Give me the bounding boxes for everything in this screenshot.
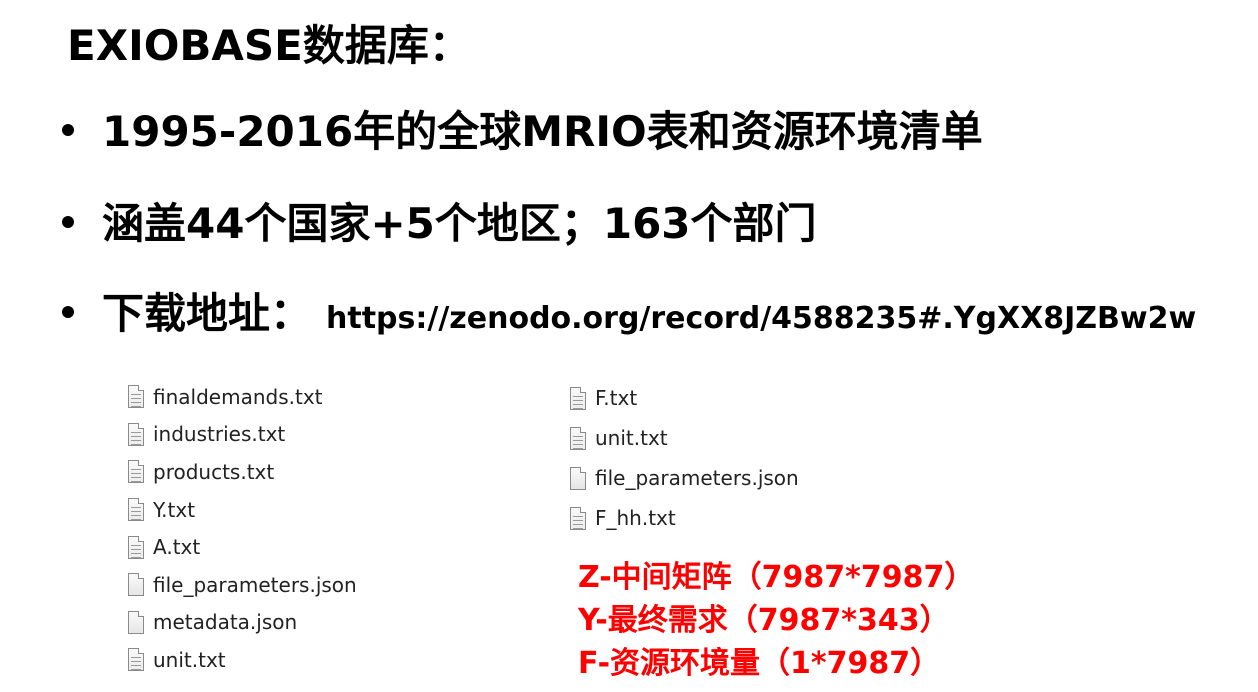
file-item[interactable]: A.txt <box>128 528 357 566</box>
file-name: F.txt <box>595 386 638 410</box>
page-title: EXIOBASE数据库： <box>67 21 471 70</box>
file-item[interactable]: file_parameters.json <box>128 566 357 604</box>
bullet-dot-icon <box>62 216 74 228</box>
file-item[interactable]: industries.txt <box>128 416 357 454</box>
bullet-text: 下载地址： <box>102 289 313 338</box>
file-name: industries.txt <box>153 422 286 447</box>
file-list-left: finaldemands.txt industries.txt products… <box>128 378 357 679</box>
note-z-matrix: Z-中间矩阵（7987*7987） <box>578 560 975 595</box>
bullet-item: 涵盖44个国家+5个地区；163个部门 <box>62 190 817 251</box>
text-file-icon <box>128 385 144 409</box>
file-item[interactable]: products.txt <box>128 453 357 491</box>
text-file-icon <box>128 535 144 559</box>
note-y-demand: Y-最终需求（7987*343） <box>578 603 950 638</box>
blank-file-icon <box>570 466 586 490</box>
text-file-icon <box>570 386 586 410</box>
file-item[interactable]: metadata.json <box>128 604 357 642</box>
file-item[interactable]: finaldemands.txt <box>128 378 357 416</box>
note-f-resources: F-资源环境量（1*7987） <box>578 646 941 681</box>
text-file-icon <box>128 648 144 672</box>
bullet-dot-icon <box>62 306 74 318</box>
matrix-notes: Z-中间矩阵（7987*7987） Y-最终需求（7987*343） F-资源环… <box>578 556 974 685</box>
text-file-icon <box>128 422 144 446</box>
file-name: A.txt <box>153 535 201 560</box>
bullet-dot-icon <box>62 124 74 136</box>
file-name: Y.txt <box>153 497 196 522</box>
bullet-text: 涵盖44个国家+5个地区；163个部门 <box>102 199 817 248</box>
file-list-right: F.txt unit.txt file_parameters.json F_hh… <box>570 378 799 538</box>
file-name: unit.txt <box>153 647 226 672</box>
file-name: unit.txt <box>595 426 668 450</box>
blank-file-icon <box>128 573 144 597</box>
file-name: metadata.json <box>153 610 298 635</box>
bullet-item: 1995-2016年的全球MRIO表和资源环境清单 <box>62 98 983 159</box>
file-item[interactable]: Y.txt <box>128 491 357 529</box>
text-file-icon <box>128 498 144 522</box>
file-name: F_hh.txt <box>595 506 676 530</box>
file-name: finaldemands.txt <box>153 384 323 409</box>
file-name: file_parameters.json <box>153 572 357 597</box>
file-item[interactable]: F_hh.txt <box>570 498 799 538</box>
file-name: file_parameters.json <box>595 466 799 490</box>
file-item[interactable]: unit.txt <box>570 418 799 458</box>
text-file-icon <box>570 506 586 530</box>
bullet-item: 下载地址： https://zenodo.org/record/4588235#… <box>62 280 1196 341</box>
blank-file-icon <box>128 610 144 634</box>
file-item[interactable]: F.txt <box>570 378 799 418</box>
file-item[interactable]: unit.txt <box>128 641 357 679</box>
text-file-icon <box>570 426 586 450</box>
bullet-text: 1995-2016年的全球MRIO表和资源环境清单 <box>102 107 983 156</box>
file-item[interactable]: file_parameters.json <box>570 458 799 498</box>
text-file-icon <box>128 460 144 484</box>
download-link[interactable]: https://zenodo.org/record/4588235#.YgXX8… <box>326 301 1196 336</box>
file-name: products.txt <box>153 459 275 484</box>
